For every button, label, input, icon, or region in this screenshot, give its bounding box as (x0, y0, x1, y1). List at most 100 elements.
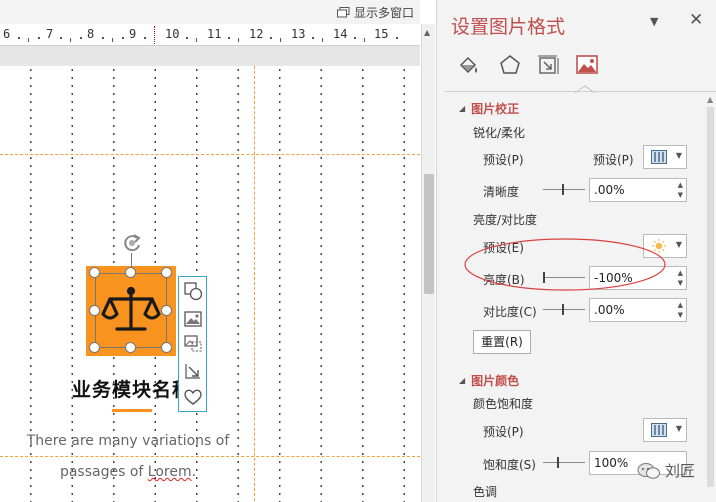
watermark: 刘匠 (637, 460, 695, 481)
resize-handle[interactable] (125, 267, 136, 278)
ruler-number: 13 (291, 27, 306, 41)
reset-button[interactable]: 重置(R) (473, 330, 531, 354)
clarity-label: 清晰度 (483, 185, 520, 199)
resize-handle[interactable] (125, 342, 136, 353)
resize-handle[interactable] (89, 305, 100, 316)
resize-icon[interactable] (183, 361, 203, 381)
watermark-text: 刘匠 (665, 462, 696, 480)
ruler-number: 11 (207, 27, 222, 41)
saturation-value: 100% (594, 456, 629, 470)
fill-line-icon[interactable] (455, 52, 481, 78)
resize-handle[interactable] (89, 267, 100, 278)
shape-icon[interactable] (183, 281, 203, 301)
body-line-2: passages of Lorem. (18, 457, 238, 488)
ruler-number: 6 (3, 27, 11, 41)
body-text-part: . (191, 464, 197, 480)
crop-icon[interactable] (183, 333, 203, 353)
spellcheck-word: Lorem (147, 464, 192, 480)
chevron-down-icon: ▼ (675, 151, 682, 160)
saturation-preset-icon (651, 423, 667, 437)
size-property-icon[interactable] (535, 52, 561, 78)
ruler-number: 10 (165, 27, 180, 41)
scroll-up-icon[interactable]: ▲ (424, 28, 430, 37)
clarity-spinbox[interactable]: .00% ▲ ▼ (589, 178, 687, 202)
pane-title: 设置图片格式 (451, 16, 566, 38)
multiwindow-icon (336, 7, 350, 18)
slide-editor: 显示多窗口 6 7 8 9 10 11 12 13 14 15 业务模块名称 T… (0, 0, 420, 502)
body-line-1: There are many variations of (26, 433, 230, 449)
saturation-slider[interactable] (543, 457, 585, 469)
pane-scrollbar[interactable]: ▲ (704, 95, 716, 502)
smart-guide (254, 66, 255, 502)
contrast-slider[interactable] (543, 304, 585, 316)
spin-down-icon[interactable]: ▼ (678, 279, 683, 287)
scroll-thumb[interactable] (707, 107, 714, 487)
rotate-handle-icon[interactable] (121, 232, 143, 254)
picture-icon[interactable] (574, 52, 600, 78)
chevron-down-icon: ▼ (675, 240, 682, 249)
heart-icon[interactable] (183, 387, 203, 407)
chevron-down-icon: ▼ (675, 424, 682, 433)
resize-handle[interactable] (161, 267, 172, 278)
horizontal-ruler[interactable]: 6 7 8 9 10 11 12 13 14 15 (0, 24, 420, 46)
contrast-spinbox[interactable]: .00% ▲ ▼ (589, 298, 687, 322)
section-picture-color[interactable]: ◢ 图片颜色 (459, 372, 519, 389)
smart-guide (0, 154, 420, 155)
resize-handle[interactable] (161, 342, 172, 353)
ruler-number: 15 (374, 27, 389, 41)
ruler-number: 14 (333, 27, 348, 41)
spin-up-icon[interactable]: ▲ (678, 269, 683, 277)
highlight-ellipse (464, 238, 666, 291)
section-title: 图片校正 (471, 102, 520, 116)
close-icon[interactable]: ✕ (689, 10, 703, 30)
scroll-up-icon[interactable]: ▲ (707, 95, 713, 104)
module-title[interactable]: 业务模块名称 (72, 375, 192, 402)
ruler-cursor-marker (154, 26, 155, 44)
title-underline (112, 409, 152, 412)
sharpen-soften-heading: 锐化/柔化 (473, 126, 526, 140)
section-picture-corrections[interactable]: ◢ 图片校正 (459, 100, 519, 117)
collapse-icon: ◢ (459, 376, 466, 385)
resize-handle[interactable] (89, 342, 100, 353)
show-multiwindow-label: 显示多窗口 (353, 6, 414, 20)
active-tab-indicator (574, 85, 596, 94)
collapse-icon: ◢ (459, 104, 466, 113)
sharpen-preset-label-2: 预设(P) (593, 153, 634, 167)
spin-down-icon[interactable]: ▼ (678, 311, 683, 319)
contrast-label: 对比度(C) (483, 305, 537, 319)
clarity-value: .00% (594, 183, 625, 197)
clarity-slider[interactable] (543, 184, 585, 196)
saturation-heading: 颜色饱和度 (473, 397, 534, 411)
view-toolbar: 显示多窗口 (0, 0, 420, 24)
scroll-thumb[interactable] (424, 174, 434, 294)
contrast-value: .00% (594, 303, 625, 317)
spin-down-icon[interactable]: ▼ (678, 191, 683, 199)
body-text[interactable]: There are many variations of passages of… (18, 426, 238, 488)
ruler-number: 9 (129, 27, 137, 41)
layout-options-toolbar (178, 276, 207, 412)
spin-up-icon[interactable]: ▲ (678, 301, 683, 309)
format-picture-pane: 设置图片格式 ▼ ✕ ◢ 图片校正 锐化/柔化 预设(P) 预设(P) ▼ 清晰… (436, 0, 716, 502)
saturation-preset-dropdown[interactable]: ▼ (643, 418, 687, 442)
sharpen-preset-label: 预设(P) (483, 153, 524, 167)
section-title: 图片颜色 (471, 374, 520, 388)
saturation-label: 饱和度(S) (483, 458, 536, 472)
tab-divider (445, 91, 716, 92)
body-text-part: passages of (59, 464, 148, 480)
sharpen-preset-dropdown[interactable]: ▼ (643, 145, 687, 169)
show-multiwindow-button[interactable]: 显示多窗口 (336, 4, 414, 21)
ruler-number: 7 (46, 27, 54, 41)
ruler-number: 8 (87, 27, 95, 41)
resize-handle[interactable] (161, 305, 172, 316)
slide-scrollbar[interactable]: ▲ (421, 24, 435, 502)
pane-options-icon[interactable]: ▼ (650, 15, 658, 28)
spin-up-icon[interactable]: ▲ (678, 181, 683, 189)
brightness-contrast-heading: 亮度/对比度 (473, 213, 538, 227)
ruler-number: 12 (249, 27, 264, 41)
saturation-preset-label: 预设(P) (483, 425, 524, 439)
image-icon[interactable] (183, 309, 203, 329)
effects-icon[interactable] (497, 52, 523, 78)
tone-heading: 色调 (473, 485, 498, 499)
selection-frame (95, 273, 167, 348)
sharpen-preset-icon (651, 150, 667, 164)
